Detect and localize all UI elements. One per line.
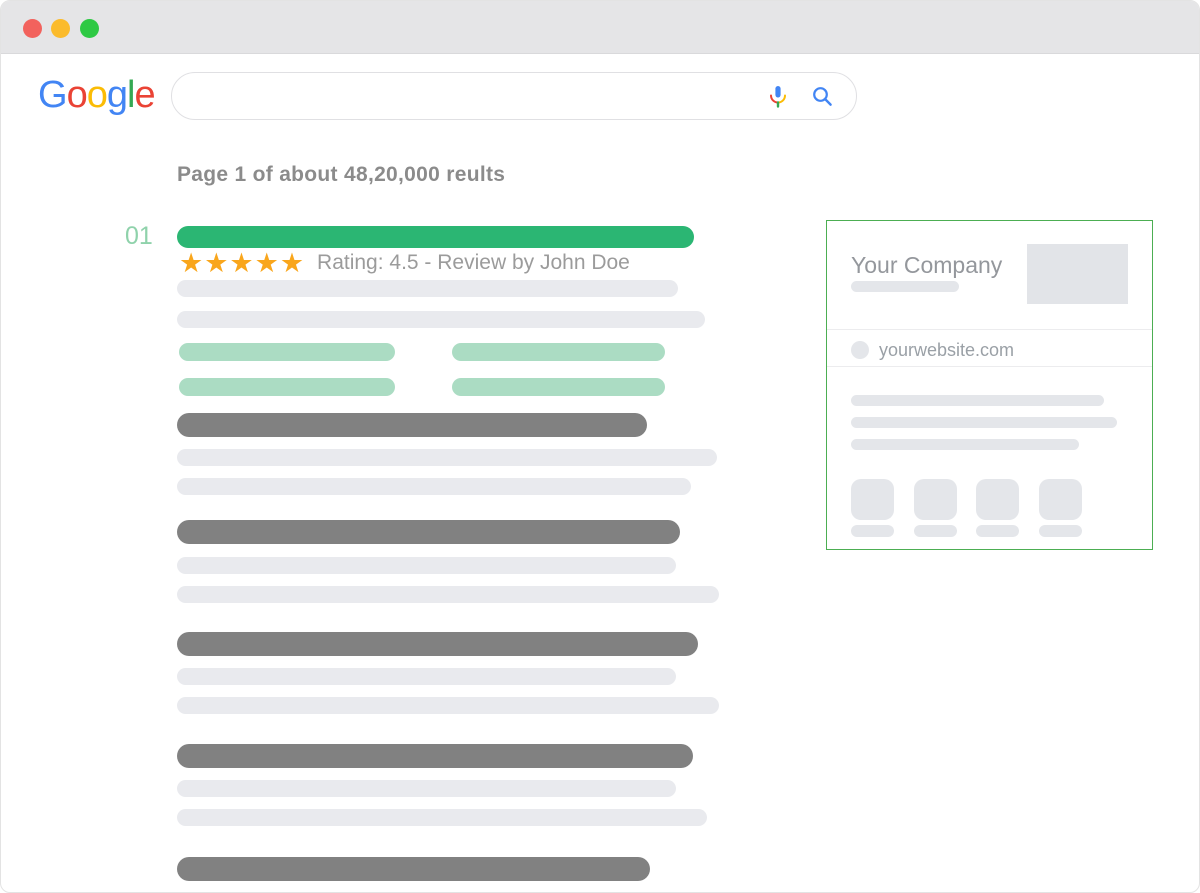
search-icon[interactable] [810, 84, 834, 108]
panel-thumbnail-placeholder [1039, 479, 1082, 520]
star-rating-icons: ★★★★★ [179, 250, 305, 277]
sitelink-placeholder[interactable] [452, 343, 665, 361]
search-bar[interactable] [171, 72, 857, 120]
result1-rating-row: ★★★★★ Rating: 4.5 - Review by John Doe [179, 249, 630, 277]
result2-text-placeholder [177, 449, 717, 466]
sitelink-placeholder[interactable] [179, 378, 395, 396]
panel-thumbnail-placeholder [851, 479, 894, 520]
panel-divider [827, 329, 1152, 330]
result4-title-placeholder[interactable] [177, 632, 698, 656]
window-zoom-button[interactable] [80, 19, 99, 38]
panel-caption-placeholder [851, 525, 894, 537]
panel-text-placeholder [851, 395, 1104, 406]
result1-text-placeholder [177, 311, 705, 328]
result3-text-placeholder [177, 586, 719, 603]
result-rank-label: 01 [125, 222, 153, 251]
result2-text-placeholder [177, 478, 691, 495]
panel-website-row[interactable]: yourwebsite.com [851, 340, 1014, 360]
panel-caption-placeholder [976, 525, 1019, 537]
window-titlebar [1, 1, 1199, 54]
result5-title-placeholder[interactable] [177, 744, 693, 768]
browser-window: Google Page 1 of about 48,20,000 reults … [0, 0, 1200, 893]
rating-text: Rating: 4.5 - Review by John Doe [317, 251, 630, 275]
sitelink-placeholder[interactable] [452, 378, 665, 396]
result3-text-placeholder [177, 557, 676, 574]
panel-text-placeholder [851, 439, 1079, 450]
knowledge-panel: Your Company yourwebsite.com [826, 220, 1153, 550]
google-logo: Google [38, 75, 155, 117]
panel-caption-placeholder [1039, 525, 1082, 537]
result1-text-placeholder [177, 280, 678, 297]
favicon-placeholder-icon [851, 341, 869, 359]
panel-text-placeholder [851, 417, 1117, 428]
window-close-button[interactable] [23, 19, 42, 38]
result3-title-placeholder[interactable] [177, 520, 680, 544]
result5-text-placeholder [177, 780, 676, 797]
result4-text-placeholder [177, 697, 719, 714]
result5-text-placeholder [177, 809, 707, 826]
panel-thumbnail-placeholder [976, 479, 1019, 520]
result2-title-placeholder[interactable] [177, 413, 647, 437]
website-url[interactable]: yourwebsite.com [879, 340, 1014, 361]
panel-thumbnail-placeholder [914, 479, 957, 520]
microphone-icon[interactable] [766, 84, 790, 108]
results-count-text: Page 1 of about 48,20,000 reults [177, 163, 505, 187]
search-input[interactable] [196, 86, 746, 107]
knowledge-panel-title: Your Company [851, 252, 1002, 279]
panel-image-placeholder [1027, 244, 1128, 304]
window-minimize-button[interactable] [51, 19, 70, 38]
result6-title-placeholder[interactable] [177, 857, 650, 881]
panel-subtitle-placeholder [851, 281, 959, 292]
panel-caption-placeholder [914, 525, 957, 537]
result1-title-placeholder[interactable] [177, 226, 694, 248]
sitelink-placeholder[interactable] [179, 343, 395, 361]
result4-text-placeholder [177, 668, 676, 685]
panel-divider [827, 366, 1152, 367]
